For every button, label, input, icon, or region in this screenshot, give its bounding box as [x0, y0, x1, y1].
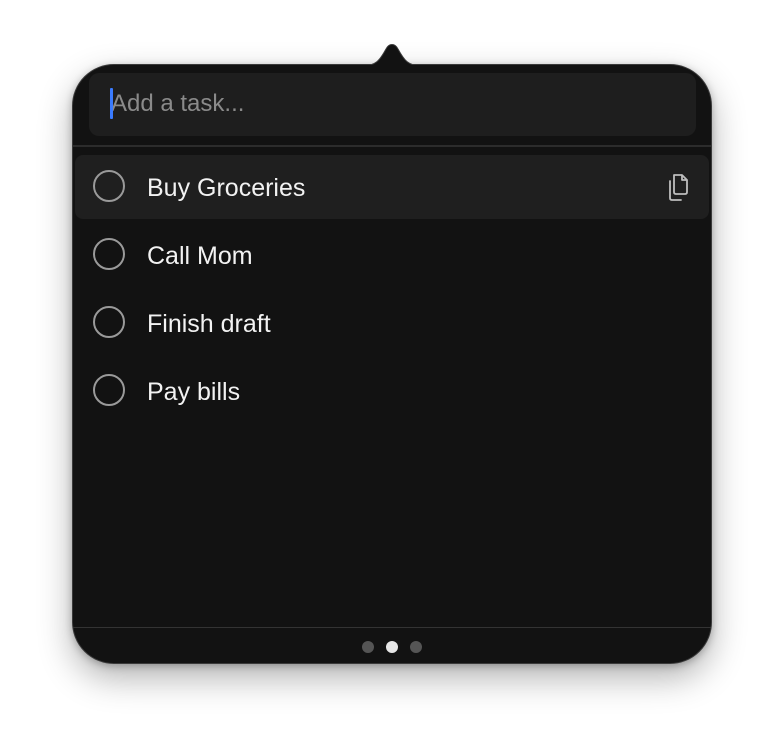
- task-label: Finish draft: [147, 310, 271, 338]
- page-dot-1[interactable]: [362, 641, 374, 653]
- page-indicator: [362, 641, 422, 653]
- task-row[interactable]: Call Mom: [75, 223, 709, 287]
- popover-arrow: [362, 44, 422, 67]
- footer-divider: [73, 627, 711, 628]
- task-input-container: [89, 73, 696, 136]
- copy-icon[interactable]: [665, 171, 695, 203]
- task-label: Call Mom: [147, 242, 253, 270]
- task-label: Buy Groceries: [147, 174, 306, 202]
- page-dot-2[interactable]: [386, 641, 398, 653]
- task-checkbox[interactable]: [93, 374, 125, 406]
- task-checkbox[interactable]: [93, 170, 125, 202]
- task-row[interactable]: Buy Groceries: [75, 155, 709, 219]
- task-checkbox[interactable]: [93, 306, 125, 338]
- text-caret: [110, 88, 113, 119]
- task-checkbox[interactable]: [93, 238, 125, 270]
- task-row[interactable]: Finish draft: [75, 291, 709, 355]
- input-divider: [73, 145, 711, 147]
- add-task-input[interactable]: [111, 87, 671, 121]
- task-row[interactable]: Pay bills: [75, 359, 709, 423]
- task-label: Pay bills: [147, 378, 241, 406]
- task-popover: Buy Groceries Call Mom Finish draft Pay …: [72, 64, 712, 664]
- task-list: Buy Groceries Call Mom Finish draft Pay …: [73, 155, 711, 427]
- stage: Buy Groceries Call Mom Finish draft Pay …: [0, 0, 784, 744]
- page-dot-3[interactable]: [410, 641, 422, 653]
